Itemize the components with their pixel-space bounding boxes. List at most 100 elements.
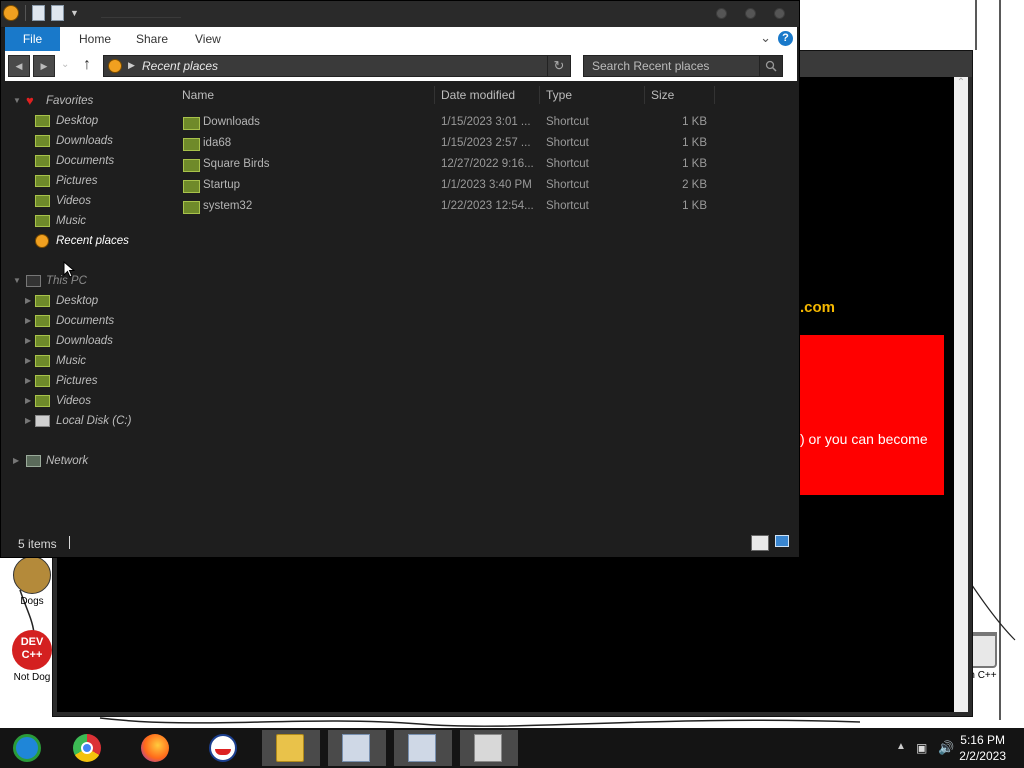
taskbar-file-explorer[interactable] <box>262 730 320 766</box>
nav-item-recent-places[interactable]: Recent places <box>1 231 171 251</box>
file-name: system32 <box>203 200 253 212</box>
scroll-up-icon[interactable]: ⌃ <box>954 77 968 88</box>
file-size: 1 KB <box>682 137 707 149</box>
clock[interactable]: 5:16 PM 2/2/2023 <box>959 732 1006 764</box>
mouse-cursor-icon <box>63 261 75 278</box>
expand-chevron-icon[interactable]: ▶ <box>25 351 31 371</box>
tab-file[interactable]: File <box>5 27 60 51</box>
background-window-scrollbar[interactable]: ⌃ <box>954 77 968 712</box>
back-button[interactable]: ◀ <box>8 55 30 77</box>
maximize-button[interactable] <box>745 8 756 19</box>
search-placeholder[interactable]: Search Recent places <box>592 59 709 73</box>
column-header-size[interactable]: Size <box>651 88 674 102</box>
file-row[interactable]: system32 1/22/2023 12:54... Shortcut 1 K… <box>171 197 731 218</box>
collapse-chevron-icon[interactable]: ▼ <box>13 91 21 111</box>
expand-chevron-icon[interactable]: ▶ <box>25 311 31 331</box>
nav-item-downloads[interactable]: Downloads <box>1 131 171 151</box>
expand-chevron-icon[interactable]: ▶ <box>25 411 31 431</box>
nav-item-pictures[interactable]: Pictures <box>1 171 171 191</box>
expand-chevron-icon[interactable]: ▶ <box>25 391 31 411</box>
archive-icon <box>474 734 502 762</box>
system-tray: ▲ ▣ 🔊 5:16 PM 2/2/2023 <box>864 728 1024 768</box>
nav-item-documents[interactable]: Documents <box>1 151 171 171</box>
minimize-button[interactable] <box>716 8 727 19</box>
file-type: Shortcut <box>546 116 589 128</box>
column-header-type[interactable]: Type <box>546 88 572 102</box>
navigation-pane: ▼ ♥ Favorites Desktop Downloads Document… <box>1 83 171 523</box>
tab-view[interactable]: View <box>181 27 235 51</box>
expand-ribbon-chevron-icon[interactable]: ⌄ <box>760 30 771 46</box>
breadcrumb-chevron-icon[interactable]: ▶ <box>128 60 135 71</box>
forward-button[interactable]: ▶ <box>33 55 55 77</box>
title-placeholder <box>101 9 181 18</box>
nav-pc-desktop[interactable]: ▶ Desktop <box>1 291 171 311</box>
nav-pc-music[interactable]: ▶ Music <box>1 351 171 371</box>
shortcut-folder-icon <box>183 138 200 151</box>
nav-pc-videos[interactable]: ▶ Videos <box>1 391 171 411</box>
ribbon: File Home Share View ⌄ ? <box>5 27 797 52</box>
column-header-date[interactable]: Date modified <box>441 88 515 102</box>
volume-icon[interactable]: 🔊 <box>938 740 954 756</box>
column-header-name[interactable]: Name <box>182 88 214 102</box>
details-view-icon[interactable] <box>751 535 769 551</box>
search-box[interactable]: Search Recent places <box>583 55 783 77</box>
expand-chevron-icon[interactable]: ▶ <box>25 371 31 391</box>
nav-this-pc[interactable]: ▼ This PC <box>1 271 171 291</box>
address-bar[interactable]: ▶ Recent places ↻ <box>103 55 571 77</box>
customize-qat-chevron-icon[interactable]: ▼ <box>70 8 79 18</box>
nav-item-videos[interactable]: Videos <box>1 191 171 211</box>
properties-icon[interactable] <box>32 5 45 21</box>
nav-item-music[interactable]: Music <box>1 211 171 231</box>
file-size: 2 KB <box>682 179 707 191</box>
address-path[interactable]: Recent places <box>142 59 218 73</box>
file-row[interactable]: ida68 1/15/2023 2:57 ... Shortcut 1 KB <box>171 134 731 155</box>
file-explorer-window[interactable]: ▼ File Home Share View ⌄ ? ◀ ▶ ⌄ ↑ ▶ Rec… <box>0 0 800 558</box>
recent-places-app-icon[interactable] <box>3 5 19 21</box>
taskbar-firefox[interactable] <box>128 730 180 766</box>
close-button[interactable] <box>774 8 785 19</box>
tab-share[interactable]: Share <box>122 27 182 51</box>
column-separator[interactable] <box>714 86 715 104</box>
start-button[interactable] <box>0 730 52 766</box>
show-hidden-icons-chevron-icon[interactable]: ▲ <box>896 741 906 752</box>
clock-time: 5:16 PM <box>960 733 1005 747</box>
nav-network[interactable]: ▶ Network <box>1 451 171 471</box>
nav-favorites[interactable]: ▼ ♥ Favorites <box>1 91 171 111</box>
network-status-icon[interactable]: ▣ <box>916 741 927 755</box>
recent-locations-chevron-icon[interactable]: ⌄ <box>61 59 69 70</box>
file-name: Square Birds <box>203 158 270 170</box>
nav-item-desktop[interactable]: Desktop <box>1 111 171 131</box>
refresh-icon[interactable]: ↻ <box>547 56 570 76</box>
expand-chevron-icon[interactable]: ▶ <box>13 451 19 471</box>
taskbar-network-config[interactable] <box>328 730 386 766</box>
expand-chevron-icon[interactable]: ▶ <box>25 291 31 311</box>
tab-home[interactable]: Home <box>65 27 125 51</box>
videos-folder-icon <box>35 395 50 407</box>
file-list-pane[interactable]: Name Date modified Type Size Downloads 1… <box>171 83 797 523</box>
taskbar-chrome[interactable] <box>60 730 112 766</box>
help-button[interactable]: ? <box>778 31 793 46</box>
search-icon[interactable] <box>759 56 782 76</box>
large-icons-view-icon[interactable] <box>775 535 789 547</box>
explorer-titlebar[interactable]: ▼ <box>1 1 799 28</box>
file-row[interactable]: Startup 1/1/2023 3:40 PM Shortcut 2 KB <box>171 176 731 197</box>
column-separator[interactable] <box>644 86 645 104</box>
nav-pc-downloads[interactable]: ▶ Downloads <box>1 331 171 351</box>
file-row[interactable]: Downloads 1/15/2023 3:01 ... Shortcut 1 … <box>171 113 731 134</box>
nav-pc-pictures[interactable]: ▶ Pictures <box>1 371 171 391</box>
up-arrow-icon[interactable]: ↑ <box>83 56 91 74</box>
file-size: 1 KB <box>682 158 707 170</box>
taskbar-network-setup[interactable] <box>394 730 452 766</box>
nav-pc-documents[interactable]: ▶ Documents <box>1 311 171 331</box>
new-folder-icon[interactable] <box>51 5 64 21</box>
taskbar-obama[interactable] <box>196 730 248 766</box>
firefox-icon <box>141 734 169 762</box>
collapse-chevron-icon[interactable]: ▼ <box>13 271 21 291</box>
column-separator[interactable] <box>539 86 540 104</box>
downloads-folder-icon <box>35 335 50 347</box>
column-separator[interactable] <box>434 86 435 104</box>
nav-pc-local-disk[interactable]: ▶ Local Disk (C:) <box>1 411 171 431</box>
taskbar-archive[interactable] <box>460 730 518 766</box>
file-row[interactable]: Square Birds 12/27/2022 9:16... Shortcut… <box>171 155 731 176</box>
expand-chevron-icon[interactable]: ▶ <box>25 331 31 351</box>
